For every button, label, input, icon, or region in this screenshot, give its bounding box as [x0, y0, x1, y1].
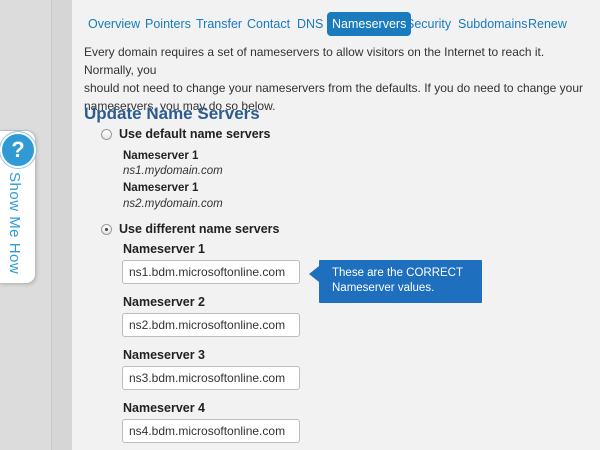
tab-pointers[interactable]: Pointers	[145, 12, 191, 36]
default-ns2-label: Nameserver 1	[123, 182, 199, 194]
default-servers-option[interactable]: Use default name servers	[101, 127, 270, 141]
custom-servers-radio[interactable]	[101, 223, 112, 235]
tab-security[interactable]: Security	[406, 12, 451, 36]
callout-line-1: These are the CORRECT	[332, 267, 464, 279]
callout-line-2: Nameserver values.	[332, 282, 435, 294]
default-servers-label[interactable]: Use default name servers	[119, 127, 270, 141]
show-me-how-label[interactable]: Show Me How	[6, 172, 23, 274]
nameserver-4-input[interactable]: ns4.bdm.microsoftonline.com	[122, 419, 300, 443]
tab-contact[interactable]: Contact	[247, 12, 290, 36]
custom-servers-option[interactable]: Use different name servers	[101, 222, 280, 236]
tab-renew[interactable]: Renew	[528, 12, 567, 36]
nameserver-3-input[interactable]: ns3.bdm.microsoftonline.com	[122, 366, 300, 390]
default-ns1-value: ns1.mydomain.com	[123, 165, 223, 177]
intro-line-1: Every domain requires a set of nameserve…	[84, 45, 545, 77]
nameserver-1-input[interactable]: ns1.bdm.microsoftonline.com	[122, 260, 300, 284]
intro-line-2: should not need to change your nameserve…	[84, 81, 583, 95]
question-icon[interactable]: ?	[0, 132, 36, 168]
section-title: Update Name Servers	[84, 104, 260, 123]
default-servers-radio[interactable]	[101, 128, 112, 140]
tab-transfer[interactable]: Transfer	[196, 12, 242, 36]
correct-values-callout: These are the CORRECT Nameserver values.	[319, 260, 482, 303]
nameserver-4-label: Nameserver 4	[123, 401, 206, 415]
callout-arrow	[309, 266, 319, 282]
nameserver-2-input[interactable]: ns2.bdm.microsoftonline.com	[122, 313, 300, 337]
tab-dns[interactable]: DNS	[297, 12, 323, 36]
nameserver-3-label: Nameserver 3	[123, 348, 206, 362]
default-ns2-value: ns2.mydomain.com	[123, 198, 223, 210]
tab-overview[interactable]: Overview	[88, 12, 140, 36]
nameserver-1-label: Nameserver 1	[123, 242, 206, 256]
nameserver-2-label: Nameserver 2	[123, 295, 206, 309]
custom-servers-label[interactable]: Use different name servers	[119, 222, 280, 236]
tab-nameservers[interactable]: Nameservers	[327, 12, 412, 36]
tab-subdomains[interactable]: Subdomains	[458, 12, 528, 36]
default-ns1-label: Nameserver 1	[123, 150, 199, 162]
